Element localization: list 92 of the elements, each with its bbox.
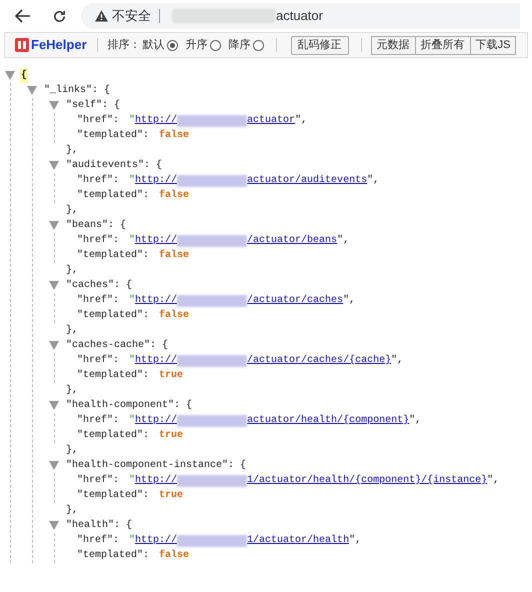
trail-text: ",	[337, 234, 350, 248]
json-key: "href":	[77, 113, 120, 128]
quote-mark: "	[129, 174, 136, 188]
boolean-value: false	[159, 188, 190, 203]
url-link[interactable]: http:// /actuator/caches/{cache}	[135, 353, 392, 368]
boolean-value: false	[159, 248, 190, 263]
json-key: "href":	[77, 473, 120, 488]
json-brace: },	[66, 324, 78, 338]
json-key: "auditevents": {	[66, 158, 162, 173]
json-key: "href":	[77, 533, 120, 548]
json-key: "templated":	[77, 188, 150, 203]
json-key: "health": {	[66, 518, 132, 533]
boolean-value: false	[159, 308, 190, 323]
url-link[interactable]: http:// /actuator/beans	[135, 233, 338, 248]
radio-button[interactable]	[252, 40, 264, 50]
json-key: "templated":	[77, 368, 150, 383]
radio-button[interactable]	[210, 40, 221, 50]
quote-mark: "	[129, 234, 136, 248]
json-brace: },	[66, 204, 78, 218]
quote-mark: "	[129, 534, 136, 548]
redaction-block	[177, 414, 248, 426]
address-bar[interactable]: 不安全 actuator	[81, 3, 520, 29]
boolean-value: true	[159, 489, 184, 503]
warning-icon[interactable]	[95, 10, 108, 22]
quote-mark: "	[129, 354, 136, 368]
url-link[interactable]: http:// 1/actuator/health/{component}/{instance}	[135, 473, 488, 488]
sort-label: 排序：	[108, 38, 141, 53]
json-key: "self": {	[66, 98, 120, 113]
json-key: "beans": {	[66, 218, 126, 233]
json-brace: },	[66, 444, 78, 458]
json-key: "href":	[77, 353, 120, 368]
json-brace: },	[66, 384, 78, 398]
json-key: "href":	[77, 413, 120, 428]
boolean-value: false	[159, 128, 190, 143]
security-label: 不安全	[112, 7, 151, 26]
json-key: "caches": {	[66, 278, 132, 293]
toolbar-button[interactable]: 下载JS	[470, 36, 516, 54]
url-text: actuator	[276, 7, 323, 26]
json-key: "health-component": {	[66, 398, 192, 413]
redaction-block	[177, 114, 248, 126]
json-key: "templated":	[77, 548, 150, 563]
json-key: "_links": {	[44, 83, 110, 98]
quote-mark: "	[129, 474, 136, 488]
url-link[interactable]: http:// /actuator/caches	[135, 293, 344, 308]
json-key: "templated":	[77, 488, 150, 503]
redaction-block	[177, 354, 248, 366]
trail-text: ",	[349, 534, 362, 548]
redaction-block	[177, 534, 248, 546]
trail-text: ",	[295, 114, 308, 128]
redaction-block	[177, 294, 248, 306]
json-key: "templated":	[77, 248, 150, 263]
redaction-block	[177, 234, 248, 246]
json-key: "health-component-instance": {	[66, 458, 246, 473]
radio-button[interactable]	[166, 40, 178, 50]
trail-text: ",	[367, 174, 380, 188]
redaction-block	[177, 474, 248, 486]
quote-mark: "	[129, 114, 136, 128]
json-key: "caches-cache": {	[66, 338, 168, 353]
json-key: "templated":	[77, 428, 150, 443]
fix-encoding-button[interactable]: 乱码修正	[290, 36, 349, 54]
json-key: "templated":	[77, 128, 150, 143]
json-brace: },	[66, 504, 78, 518]
logo-icon	[15, 38, 29, 52]
json-brace: },	[66, 264, 78, 278]
trail-text: ",	[343, 294, 356, 308]
url-link[interactable]: http:// actuator/health/{component}	[135, 413, 410, 428]
boolean-value: false	[159, 548, 190, 563]
json-key: "href":	[77, 293, 120, 308]
radio-label: 降序	[228, 38, 251, 53]
trail-text: ",	[409, 414, 422, 428]
toolbar-button[interactable]: 元数据	[370, 36, 416, 54]
url-link[interactable]: http:// 1/actuator/health	[135, 533, 350, 548]
trail-text: ",	[391, 354, 404, 368]
toolbar-button[interactable]: 折叠所有	[414, 36, 471, 54]
json-key: "templated":	[77, 308, 150, 323]
radio-label: 升序	[186, 38, 208, 53]
quote-mark: "	[129, 414, 136, 428]
json-key: "href":	[77, 173, 120, 188]
reload-icon[interactable]	[52, 8, 67, 24]
url-link[interactable]: http:// actuator/auditevents	[135, 173, 368, 188]
url-link[interactable]: http:// actuator	[135, 113, 296, 128]
boolean-value: true	[159, 429, 184, 443]
trail-text: ",	[487, 474, 500, 488]
json-brace: },	[66, 144, 78, 158]
boolean-value: true	[159, 369, 184, 383]
json-key: "href":	[77, 233, 120, 248]
quote-mark: "	[129, 294, 136, 308]
app-name: FeHelper	[31, 36, 87, 54]
radio-label: 默认	[142, 38, 165, 53]
json-brace: {	[20, 68, 28, 83]
redaction-block	[177, 174, 248, 186]
back-icon[interactable]	[15, 9, 31, 23]
